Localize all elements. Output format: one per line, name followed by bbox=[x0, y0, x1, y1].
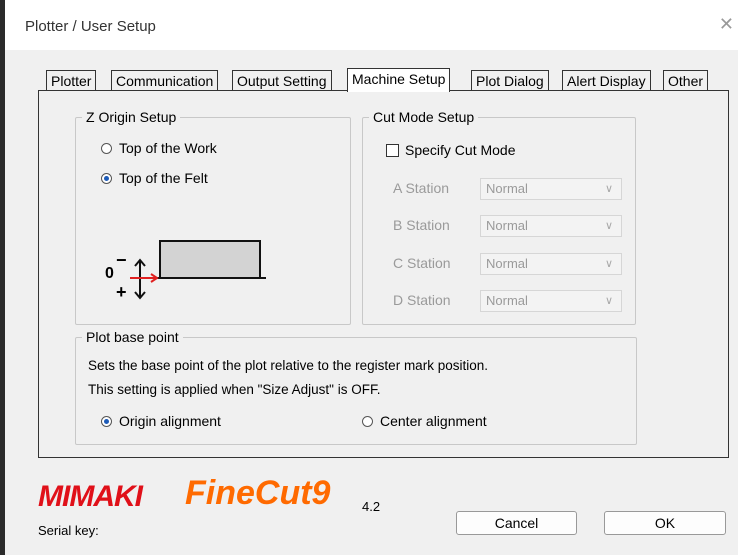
felt-block bbox=[159, 240, 261, 279]
select-value: Normal bbox=[486, 181, 528, 196]
radio-top-of-felt[interactable]: Top of the Felt bbox=[101, 170, 208, 186]
radio-selected-icon bbox=[101, 172, 112, 184]
c-station-select[interactable]: Normal ∨ bbox=[480, 253, 622, 275]
minus-label: − bbox=[116, 250, 127, 270]
serial-key-label: Serial key: bbox=[38, 523, 99, 538]
ok-button[interactable]: OK bbox=[604, 511, 726, 535]
select-value: Normal bbox=[486, 293, 528, 308]
specify-cut-mode-checkbox[interactable]: Specify Cut Mode bbox=[386, 142, 516, 158]
b-station-label: B Station bbox=[393, 217, 450, 233]
chevron-down-icon: ∨ bbox=[604, 183, 613, 195]
c-station-label: C Station bbox=[393, 255, 451, 271]
plotter-user-setup-window: Plotter / User Setup ✕ Plotter Communica… bbox=[0, 0, 738, 555]
finecut-logo: FineCut9 bbox=[185, 474, 331, 512]
radio-label: Top of the Work bbox=[119, 140, 217, 156]
tab-alert-display[interactable]: Alert Display bbox=[562, 70, 651, 91]
cut-mode-title: Cut Mode Setup bbox=[369, 109, 479, 125]
radio-label: Origin alignment bbox=[119, 413, 221, 429]
tab-output-setting[interactable]: Output Setting bbox=[232, 70, 332, 91]
radio-origin-alignment[interactable]: Origin alignment bbox=[101, 413, 221, 429]
d-station-select[interactable]: Normal ∨ bbox=[480, 290, 622, 312]
plot-base-description: Sets the base point of the plot relative… bbox=[88, 358, 488, 373]
plus-label: + bbox=[116, 282, 127, 302]
title-bar[interactable]: Plotter / User Setup ✕ bbox=[5, 0, 738, 50]
tab-plot-dialog[interactable]: Plot Dialog bbox=[471, 70, 549, 91]
d-station-label: D Station bbox=[393, 292, 451, 308]
z-origin-title: Z Origin Setup bbox=[82, 109, 181, 125]
chevron-down-icon: ∨ bbox=[604, 220, 613, 232]
chevron-down-icon: ∨ bbox=[604, 295, 613, 307]
b-station-select[interactable]: Normal ∨ bbox=[480, 215, 622, 237]
tab-communication[interactable]: Communication bbox=[111, 70, 219, 91]
mimaki-logo: MIMAKI bbox=[38, 480, 143, 513]
select-value: Normal bbox=[486, 218, 528, 233]
chevron-down-icon: ∨ bbox=[604, 258, 613, 270]
radio-top-of-work[interactable]: Top of the Work bbox=[101, 140, 217, 156]
radio-center-alignment[interactable]: Center alignment bbox=[362, 413, 487, 429]
radio-selected-icon bbox=[101, 415, 112, 427]
checkbox-label: Specify Cut Mode bbox=[405, 142, 516, 158]
close-icon[interactable]: ✕ bbox=[719, 14, 734, 35]
select-value: Normal bbox=[486, 256, 528, 271]
radio-icon bbox=[101, 142, 112, 154]
version-label: 4.2 bbox=[362, 499, 381, 514]
window-title: Plotter / User Setup bbox=[25, 18, 156, 35]
plot-base-note: This setting is applied when "Size Adjus… bbox=[88, 382, 381, 397]
plot-base-title: Plot base point bbox=[82, 329, 183, 345]
tab-other[interactable]: Other bbox=[663, 70, 709, 91]
cancel-button[interactable]: Cancel bbox=[456, 511, 577, 535]
tab-machine-setup[interactable]: Machine Setup bbox=[347, 68, 451, 92]
zero-label: 0 bbox=[105, 265, 114, 282]
checkbox-icon bbox=[386, 143, 399, 157]
radio-label: Center alignment bbox=[380, 413, 487, 429]
window-edge bbox=[0, 0, 5, 555]
a-station-label: A Station bbox=[393, 180, 450, 196]
tab-plotter[interactable]: Plotter bbox=[46, 70, 97, 91]
a-station-select[interactable]: Normal ∨ bbox=[480, 178, 622, 200]
radio-icon bbox=[362, 415, 373, 427]
radio-label: Top of the Felt bbox=[119, 170, 208, 186]
